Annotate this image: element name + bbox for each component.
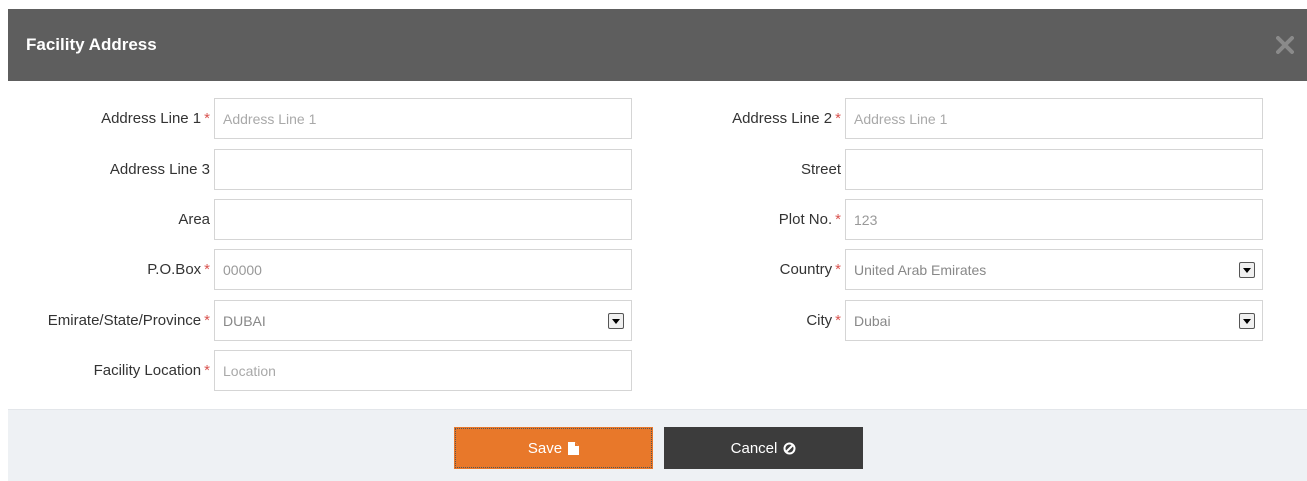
modal-title: Facility Address (26, 35, 157, 54)
required-marker: * (835, 110, 841, 127)
modal-footer: Save Cancel (8, 409, 1307, 481)
close-icon[interactable] (1273, 33, 1297, 57)
street-row: Street (628, 149, 1263, 190)
required-marker: * (835, 211, 841, 228)
emirate-select[interactable]: DUBAI (214, 300, 632, 341)
street-input[interactable] (845, 149, 1263, 190)
area-label: Area (178, 211, 210, 228)
required-marker: * (835, 312, 841, 329)
chevron-down-icon[interactable] (1239, 313, 1255, 329)
facility-location-input[interactable] (214, 350, 632, 391)
address-line-1-input[interactable] (214, 98, 632, 139)
plot-no-input[interactable] (845, 199, 1263, 240)
city-selected-value: Dubai (854, 312, 891, 329)
city-select[interactable]: Dubai (845, 300, 1263, 341)
city-label: City * (806, 312, 841, 329)
facility-location-label: Facility Location * (93, 362, 210, 379)
address-line-2-label: Address Line 2 * (732, 110, 841, 127)
address-line-2-row: Address Line 2 * (628, 98, 1263, 139)
cancel-button[interactable]: Cancel (664, 427, 863, 469)
plot-no-label: Plot No. * (778, 211, 841, 228)
document-icon (568, 441, 580, 455)
address-form: Address Line 1* Address Line 3 Area P.O.… (8, 81, 1307, 409)
street-label: Street (800, 161, 841, 178)
emirate-label: Emirate/State/Province * (47, 312, 210, 329)
plot-no-row: Plot No. * (628, 199, 1263, 240)
cancel-button-label: Cancel (730, 439, 778, 457)
po-box-label: P.O.Box * (147, 261, 210, 278)
po-box-input[interactable] (214, 249, 632, 290)
save-button[interactable]: Save (454, 427, 653, 469)
address-line-3-input[interactable] (214, 149, 632, 190)
address-line-1-row: Address Line 1 * (8, 98, 632, 139)
country-label: Country * (779, 261, 841, 278)
facility-location-row: Facility Location * (8, 350, 632, 391)
required-marker: * (204, 362, 210, 379)
area-row: Area (8, 199, 632, 240)
chevron-down-icon[interactable] (1239, 262, 1255, 278)
modal-header: Facility Address (8, 9, 1307, 81)
top-spacer (0, 0, 1307, 9)
area-input[interactable] (214, 199, 632, 240)
address-line-2-input[interactable] (845, 98, 1263, 139)
city-row: City * Dubai (628, 300, 1263, 341)
emirate-row: Emirate/State/Province * DUBAI (8, 300, 632, 341)
po-box-row: P.O.Box * (8, 249, 632, 290)
required-marker: * (204, 261, 210, 278)
emirate-selected-value: DUBAI (223, 312, 266, 329)
country-selected-value: United Arab Emirates (854, 261, 987, 278)
save-button-label: Save (527, 439, 563, 457)
country-select[interactable]: United Arab Emirates (845, 249, 1263, 290)
address-line-3-label: Address Line 3 (109, 161, 210, 178)
required-marker: * (835, 261, 841, 278)
address-line-1-label: Address Line 1 * (101, 110, 210, 127)
required-marker: * (204, 110, 210, 127)
address-line-3-row: Address Line 3 (8, 149, 632, 190)
circle-slash-icon (783, 442, 796, 455)
country-row: Country * United Arab Emirates (628, 249, 1263, 290)
required-marker: * (204, 312, 210, 329)
chevron-down-icon[interactable] (608, 313, 624, 329)
